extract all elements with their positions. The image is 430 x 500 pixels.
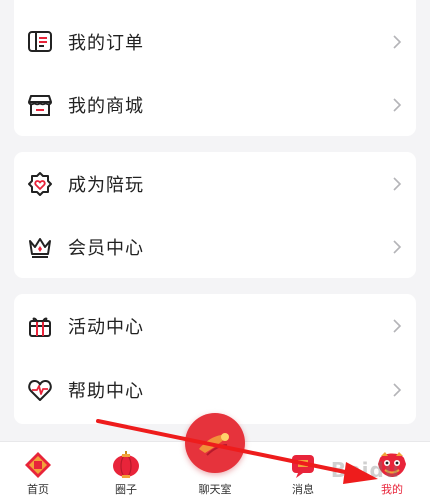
menu-card-membership: 成为陪玩 会员中心 (14, 152, 416, 278)
lantern-icon (113, 451, 139, 478)
chevron-right-icon (393, 240, 402, 254)
heartbeat-icon (28, 380, 52, 401)
tab-home[interactable]: 首页 (3, 442, 73, 500)
menu-item-become-companion[interactable]: 成为陪玩 (14, 154, 416, 214)
menu-card-support: 活动中心 帮助中心 (14, 294, 416, 424)
chevron-right-icon (393, 319, 402, 333)
chevron-right-icon (393, 383, 402, 397)
chat-room-graphic-icon (199, 433, 229, 456)
menu-item-label: 我的商城 (68, 96, 144, 117)
gift-icon (29, 317, 51, 337)
chevron-right-icon (393, 35, 402, 49)
menu-item-label: 会员中心 (68, 238, 144, 259)
menu-item-my-shop[interactable]: 我的商城 (14, 75, 416, 135)
tab-label: 消息 (292, 483, 314, 496)
menu-item-label: 活动中心 (68, 317, 144, 338)
heart-badge-icon (28, 172, 52, 196)
crown-icon (29, 238, 51, 258)
menu-card-orders: 我的订单 我的商城 (14, 0, 416, 136)
menu-item-my-orders[interactable]: 我的订单 (14, 12, 416, 72)
menu-item-activity-center[interactable]: 活动中心 (14, 296, 416, 356)
tab-circle[interactable]: 圈子 (91, 442, 161, 500)
menu-item-help-center[interactable]: 帮助中心 (14, 360, 416, 420)
tab-label: 圈子 (115, 483, 137, 496)
chevron-right-icon (393, 98, 402, 112)
tab-messages[interactable]: 消息 (268, 442, 338, 500)
tab-label: 首页 (27, 483, 49, 496)
menu-item-member-center[interactable]: 会员中心 (14, 217, 416, 277)
menu-item-label: 成为陪玩 (68, 175, 144, 196)
shop-icon (28, 95, 52, 116)
tab-label: 我的 (381, 483, 403, 496)
chevron-right-icon (393, 177, 402, 191)
tab-label: 聊天室 (198, 483, 232, 496)
order-list-icon (28, 31, 52, 52)
watermark-text: Baidu (330, 458, 400, 482)
chat-room-icon[interactable] (185, 413, 245, 473)
menu-item-label: 帮助中心 (68, 381, 144, 402)
home-lantern-icon (25, 452, 51, 478)
menu-item-label: 我的订单 (68, 33, 144, 54)
message-icon (292, 455, 314, 478)
